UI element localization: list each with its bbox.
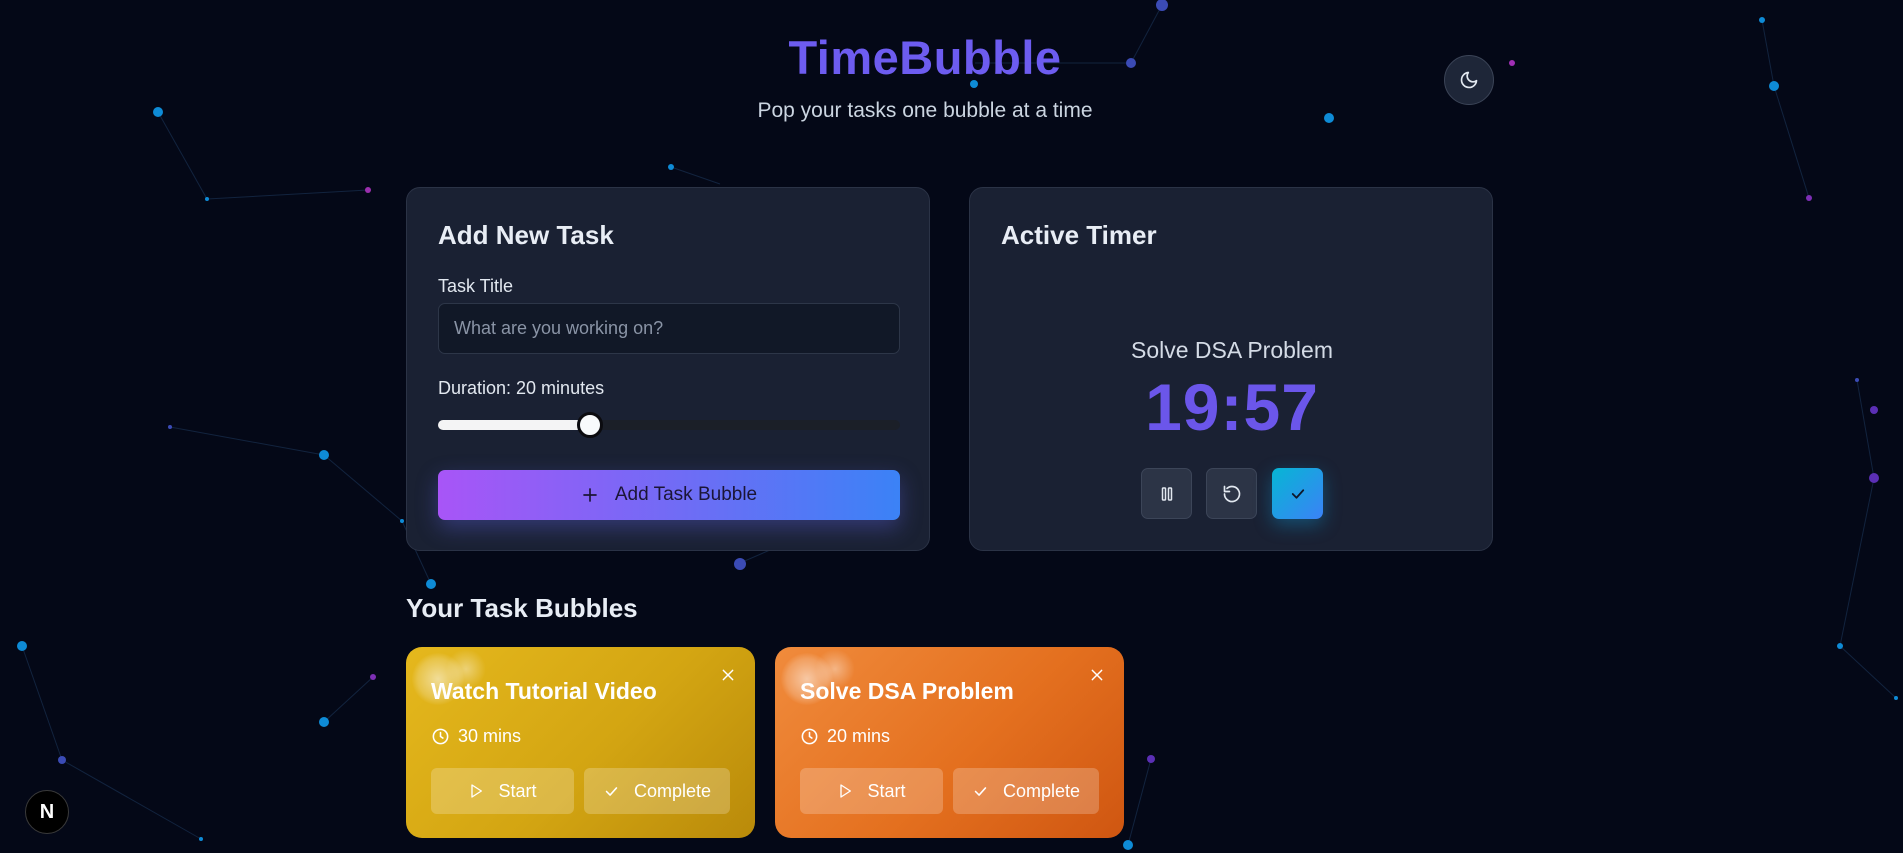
app-title: TimeBubble (788, 31, 1062, 84)
bubble-duration: 20 mins (800, 726, 890, 747)
delete-bubble-button[interactable] (717, 664, 739, 686)
duration-slider[interactable] (438, 412, 900, 438)
pause-button[interactable] (1141, 468, 1192, 519)
close-icon (722, 669, 734, 681)
task-bubble: Solve DSA Problem 20 mins Start Complete (775, 647, 1124, 838)
add-task-title: Add New Task (438, 220, 614, 250)
delete-bubble-button[interactable] (1086, 664, 1108, 686)
add-task-button[interactable]: Add Task Bubble (438, 470, 900, 520)
start-button-label: Start (498, 780, 537, 801)
clock-icon (432, 728, 449, 745)
reset-icon (1223, 485, 1240, 502)
play-icon (471, 784, 483, 798)
add-task-button-label: Add Task Bubble (614, 484, 758, 505)
pause-icon (1161, 486, 1172, 501)
add-task-card: Add New Task Task Title Duration: 20 min… (406, 187, 930, 551)
task-title-label: Task Title (438, 276, 514, 296)
duration-slider-fill (438, 420, 591, 430)
bubble-duration-text: 20 mins (827, 726, 891, 746)
complete-timer-button[interactable] (1272, 468, 1323, 519)
moon-icon (1460, 71, 1478, 89)
start-button-label: Start (867, 780, 906, 801)
theme-toggle-button[interactable] (1444, 55, 1494, 105)
bubble-duration-text: 30 mins (458, 726, 522, 746)
bubble-duration: 30 mins (431, 726, 521, 747)
timer-task-name: Solve DSA Problem (1131, 337, 1333, 363)
app-subtitle: Pop your tasks one bubble at a time (757, 99, 1093, 122)
bubble-title: Solve DSA Problem (800, 678, 1014, 704)
active-timer-title: Active Timer (1001, 220, 1157, 250)
active-timer-card: Active Timer Solve DSA Problem 19:57 (969, 187, 1493, 551)
start-button[interactable]: Start (431, 768, 574, 814)
check-icon (1291, 488, 1304, 499)
dev-tools-badge[interactable]: N (25, 790, 69, 834)
complete-button[interactable]: Complete (584, 768, 730, 814)
check-icon (974, 786, 987, 796)
close-icon (1091, 669, 1103, 681)
task-bubbles-title: Your Task Bubbles (406, 593, 638, 623)
duration-slider-thumb[interactable] (577, 412, 604, 438)
complete-button[interactable]: Complete (953, 768, 1099, 814)
play-icon (840, 784, 852, 798)
plus-icon (583, 488, 597, 502)
timer-display: 19:57 (1145, 370, 1319, 444)
check-icon (605, 786, 618, 796)
task-title-input[interactable] (438, 303, 900, 354)
duration-label: Duration: 20 minutes (438, 378, 605, 398)
complete-button-label: Complete (1002, 780, 1081, 801)
task-bubble: Watch Tutorial Video 30 mins Start Compl… (406, 647, 755, 838)
clock-icon (801, 728, 818, 745)
complete-button-label: Complete (633, 780, 712, 801)
bubble-title: Watch Tutorial Video (431, 678, 657, 704)
reset-button[interactable] (1206, 468, 1257, 519)
start-button[interactable]: Start (800, 768, 943, 814)
